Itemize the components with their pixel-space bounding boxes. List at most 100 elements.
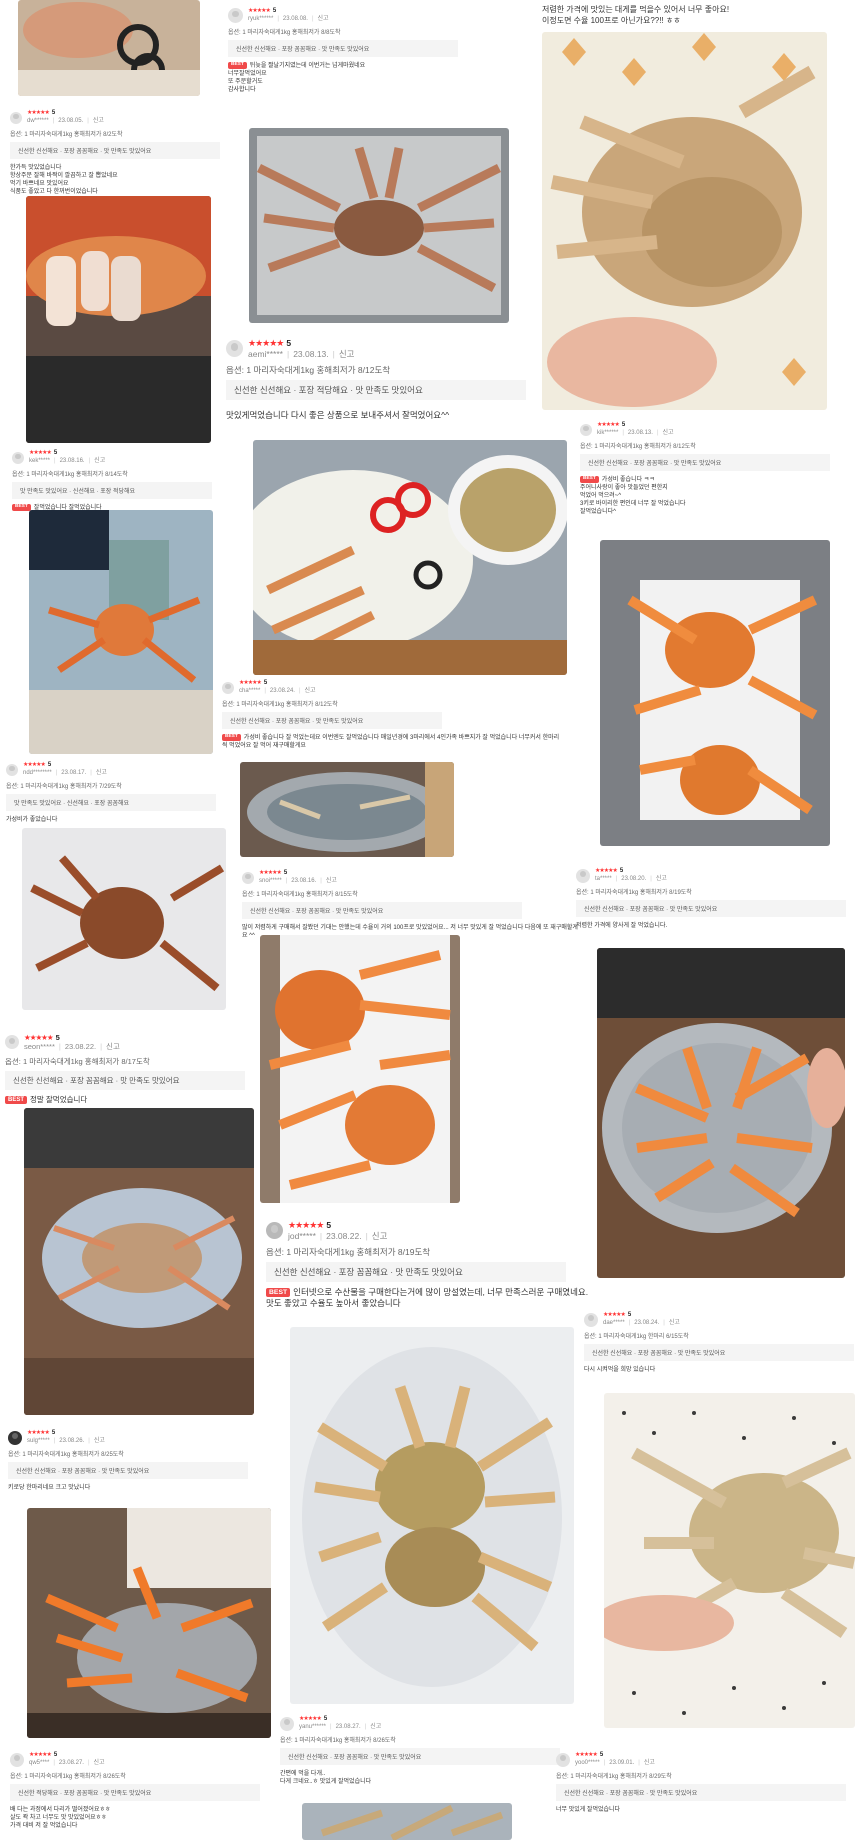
review-text: 다시 시켜먹을 희망 있습니다 xyxy=(584,1367,656,1373)
report-link[interactable]: 신고 xyxy=(305,688,316,694)
report-link[interactable]: 신고 xyxy=(372,1231,388,1241)
review-date: 23.08.24. xyxy=(269,687,295,694)
report-link[interactable]: 신고 xyxy=(656,876,667,882)
avatar xyxy=(222,681,234,694)
best-badge: BEST xyxy=(266,1288,291,1298)
purchase-option: 옵션: 1 마리자숙대게1kg 홍해최저가 8/17도착 xyxy=(5,1056,150,1066)
purchase-option: 옵션: 1 마리자숙대게1kg 홍해최저가 7/29도착 xyxy=(6,784,122,790)
review-photo[interactable] xyxy=(240,762,454,857)
review-photo[interactable] xyxy=(600,540,830,846)
purchase-option: 옵션: 1 마리자숙대게1kg 홍해최저가 8/2도착 xyxy=(10,132,123,138)
report-link[interactable]: 신고 xyxy=(326,878,337,884)
rating-stars: ★★★★★ xyxy=(597,422,620,428)
best-badge: BEST xyxy=(5,1095,28,1104)
report-link[interactable]: 신고 xyxy=(339,349,355,359)
reviewer-name: yoo0***** xyxy=(575,1759,600,1766)
rating-score: 5 xyxy=(51,110,56,116)
review-date: 23.09.01. xyxy=(609,1759,635,1766)
review-date: 23.08.17. xyxy=(61,769,87,776)
review-photo[interactable] xyxy=(27,1508,271,1738)
review-card: ★★★★★ 5 seon***** | 23.08.22. | 신고 옵션: 1 마리자숙… xyxy=(5,1033,245,1105)
review-date: 23.08.22. xyxy=(326,1231,362,1242)
best-badge: BEST xyxy=(580,476,599,483)
review-text: 한가득 맛있었습니다 항상주문 잘해 바짝이 깔끔하고 잘 뽑았네요 먹기 바쁘… xyxy=(10,165,118,196)
report-link[interactable]: 신고 xyxy=(94,1760,105,1766)
purchase-option: 옵션: 1 마리자숙대게1kg 홍해최저가 8/12도착 xyxy=(226,364,391,375)
rating-score: 5 xyxy=(53,1752,58,1758)
review-tags: 신선한 신선해요 · 포장 꼼꼼해요 · 맛 만족도 맛있어요 xyxy=(280,1748,560,1765)
review-date: 23.08.16. xyxy=(59,457,85,464)
rating-stars: ★★★★★ xyxy=(24,1033,54,1042)
avatar xyxy=(584,1312,598,1327)
review-photo[interactable] xyxy=(249,128,509,323)
avatar xyxy=(580,423,592,436)
best-badge: BEST xyxy=(222,734,241,741)
review-text: BEST 가성비 좋습니다 ㅋㅋ 주어니사랑이 좋아 맛들었던 편한지 먹었어 먹… xyxy=(580,476,686,516)
review-tags: 신선한 신선해요 · 포장 꼼꼼해요 · 맛 만족도 맛있어요 xyxy=(228,40,458,57)
review-text: BEST 가성비 좋습니다 잘 먹었는데요 이번엔도 잘먹었습니다 매일년경에 3… xyxy=(222,734,560,750)
review-photo[interactable] xyxy=(604,1393,855,1728)
review-text: 배 다는 과정에서 다리가 떨어졌어요ㅎㅎ 살도 꽉 차고 너무도 맛 맛있었어… xyxy=(10,1807,111,1830)
review-card: ★★★★★ 5 qw5**** | 23.08.27. | 신고 옵션: 1 마리자숙대게… xyxy=(10,1752,260,1830)
review-photo[interactable] xyxy=(29,510,213,754)
purchase-option: 옵션: 1 마리자숙대게1kg 홍해최저가 8/29도착 xyxy=(556,1774,672,1780)
avatar xyxy=(228,8,243,23)
report-link[interactable]: 신고 xyxy=(106,1042,120,1051)
review-tags: 신선한 신선해요 · 포장 꼼꼼해요 · 맛 만족도 맛있어요 xyxy=(584,1344,854,1361)
avatar xyxy=(6,763,18,776)
review-header: ★★★★★ 5 dw****** | 23.08.05. | 신고 xyxy=(10,110,220,125)
reviewer-name: sulg***** xyxy=(27,1437,50,1444)
report-link[interactable]: 신고 xyxy=(669,1320,680,1326)
review-photo[interactable] xyxy=(24,1108,254,1415)
review-photo[interactable] xyxy=(597,948,845,1278)
review-photo[interactable] xyxy=(253,440,567,675)
review-date: 23.08.13. xyxy=(627,429,653,436)
report-link[interactable]: 신고 xyxy=(96,770,107,776)
review-date: 23.08.08. xyxy=(282,15,308,22)
report-link[interactable]: 신고 xyxy=(663,430,674,436)
report-link[interactable]: 신고 xyxy=(94,1438,105,1444)
review-card: ★★★★★ 5 dae***** | 23.08.24. | 신고 옵션: 1 마리자숙대… xyxy=(584,1312,854,1374)
rating-score: 5 xyxy=(47,762,52,768)
review-tags: 맛 만족도 맛있어요 · 신선해요 · 포장 꼼꼼해요 xyxy=(6,794,216,811)
report-link[interactable]: 신고 xyxy=(94,458,105,464)
review-text: BEST 뒤늦을 짤날기지였는데 이번거는 넘게마웠네요 너무잘먹었어요 또 주문… xyxy=(228,62,366,94)
reviewer-name: ndd******** xyxy=(23,769,52,776)
review-photo[interactable] xyxy=(26,196,211,443)
purchase-option: 옵션: 1 마리자숙대게1kg 홍해최저가 8/19도착 xyxy=(576,890,692,896)
rating-score: 5 xyxy=(323,1716,328,1722)
review-text: 저렴한 가격에 맛있는 대게를 먹을수 있어서 너무 좋아요! 이정도면 수율 … xyxy=(542,5,730,25)
avatar xyxy=(280,1716,294,1731)
review-tags: 맛 만족도 맛있어요 · 신선해요 · 포장 적당해요 xyxy=(12,482,212,499)
purchase-option: 옵션: 1 마리자숙대게1kg 홍해최저가 8/8도착 xyxy=(228,30,341,36)
reviewer-name: ryuk****** xyxy=(248,15,274,22)
report-link[interactable]: 신고 xyxy=(370,1724,381,1730)
review-photo[interactable] xyxy=(18,0,200,96)
reviewer-name: jod***** xyxy=(288,1231,316,1242)
review-photo[interactable] xyxy=(290,1327,574,1704)
purchase-option: 옵션: 1 마리자숙대게1kg 홍해최저가 8/19도착 xyxy=(266,1246,431,1257)
review-photo[interactable] xyxy=(542,32,827,410)
avatar xyxy=(576,868,590,883)
rating-stars: ★★★★★ xyxy=(29,450,52,456)
review-tags: 신선한 신선해요 · 포장 꼼꼼해요 · 맛 만족도 맛있어요 xyxy=(266,1261,566,1282)
review-photo[interactable] xyxy=(260,935,460,1203)
report-link[interactable]: 신고 xyxy=(644,1760,655,1766)
review-text: BEST 인터넷으로 수산물을 구매한다는거에 많이 망설였는데, 너무 만족스러… xyxy=(266,1286,589,1309)
review-date: 23.08.16. xyxy=(291,877,317,884)
rating-score: 5 xyxy=(619,868,624,874)
report-link[interactable]: 신고 xyxy=(318,16,329,22)
rating-stars: ★★★★★ xyxy=(595,868,618,874)
review-card: ★★★★★ 5 yoo0***** | 23.09.01. | 신고 옵션: 1 마리자숙… xyxy=(556,1752,846,1814)
purchase-option: 옵션: 1 마리자숙대게1kg 홍해최저가 8/26도착 xyxy=(280,1738,396,1744)
purchase-option: 옵션: 1 마리자숙대게1kg 홍해최저가 8/15도착 xyxy=(242,892,358,898)
purchase-option: 옵션: 1 마리자숙대게1kg 홍해최저가 8/14도착 xyxy=(12,472,128,478)
rating-score: 5 xyxy=(283,870,288,876)
review-photo[interactable] xyxy=(302,1803,512,1840)
report-link[interactable]: 신고 xyxy=(93,118,104,124)
review-photo[interactable] xyxy=(22,828,226,1010)
review-card: ★★★★★ 5 ryuk****** | 23.08.08. | 신고 옵션: 1 마리자… xyxy=(228,8,458,94)
rating-stars: ★★★★★ xyxy=(259,870,282,876)
reviewer-name: dae***** xyxy=(603,1319,625,1326)
review-text: 너무 맛있게 잘먹었습니다 xyxy=(556,1807,621,1813)
